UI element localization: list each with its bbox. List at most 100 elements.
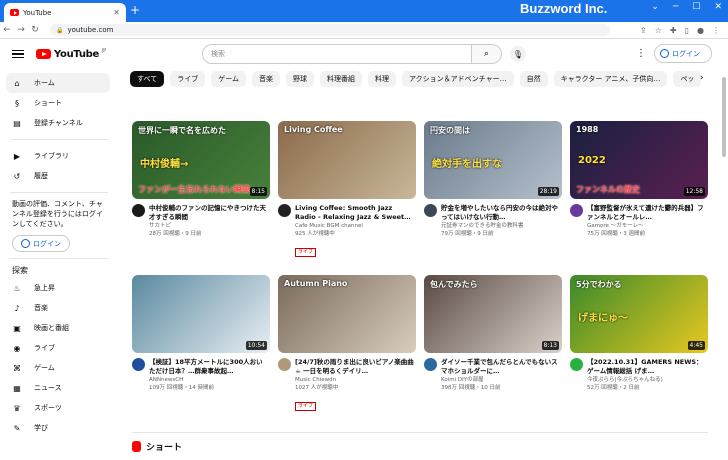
video-card[interactable]: 円安の間は 絶対手を出すな 28:19 貯金を増やしたいなら円安の今は絶対やってはいけ… (424, 121, 562, 238)
channel-avatar[interactable] (132, 204, 145, 217)
channel-name[interactable]: Koimi DIYの部屋 (441, 376, 561, 384)
channel-avatar[interactable] (424, 204, 437, 217)
divider (132, 432, 708, 433)
video-thumbnail[interactable]: 世界に一瞬で名を広めた 中村俊輔→ ファンが一生忘れられない瞬間 8:15 (132, 121, 270, 199)
video-title[interactable]: 【検証】18平方メートルに300人おいただけ日本？…群衆事故起… (149, 358, 269, 376)
channel-avatar[interactable] (278, 204, 291, 217)
video-stats: 398万 回視聴・10 日前 (441, 385, 501, 391)
filter-chip[interactable]: ペッ (673, 71, 702, 87)
channel-avatar[interactable] (132, 358, 145, 371)
sidebar-item-trending[interactable]: ♨ 急上昇 (6, 278, 110, 298)
sidebar-item-library[interactable]: ▶ ライブラリ (6, 146, 110, 166)
filter-chip[interactable]: 音楽 (252, 71, 281, 87)
video-thumbnail[interactable]: 10:54 (132, 275, 270, 353)
video-title[interactable]: 【富野監督が氷えて遺けた鬱的兵器】ファンネルとオールレ… (587, 204, 707, 222)
thumbnail-caption: 世界に一瞬で名を広めた (138, 126, 226, 135)
share-icon[interactable]: ⇪ (640, 26, 647, 35)
back-icon[interactable]: ← (0, 25, 14, 35)
voice-search-button[interactable]: 🎙 (510, 46, 526, 62)
shorts-section-heading[interactable]: ショート (132, 440, 182, 453)
filter-chip[interactable]: ライブ (170, 71, 206, 87)
sidebar-item-shorts[interactable]: § ショート (6, 93, 110, 113)
thumbnail-caption: 1988 (576, 125, 599, 134)
new-tab-button[interactable]: + (130, 4, 140, 16)
sidebar-item-music[interactable]: ♪ 音楽 (6, 298, 110, 318)
minimize-icon[interactable]: ─ (673, 2, 678, 12)
video-card[interactable]: 包んでみたら 8:13 ダイソー千業で包んだらとんでもないスマホショルダーに… Koi… (424, 275, 562, 392)
youtube-logo[interactable]: YouTube JP (36, 48, 106, 60)
close-icon[interactable]: ✕ (113, 8, 120, 17)
video-thumbnail[interactable]: 包んでみたら 8:13 (424, 275, 562, 353)
sidebar-item-learning[interactable]: ✎ 学び (6, 418, 110, 438)
maximize-icon[interactable]: ☐ (692, 2, 700, 12)
video-title[interactable]: [24/7]秋の雨りま出に良いビアノ楽曲曲☕ 一日を明るくデイリ… (295, 358, 415, 376)
sidebar-item-history[interactable]: ↺ 履歴 (6, 166, 110, 186)
video-card[interactable]: 5分でわかる げまにゅ～ 4:45 【2022.10.31】GAMERS NEWS：ゲ… (570, 275, 708, 392)
video-title[interactable]: 中村俊輔のファンの記憶にやきつけた天才すぎる瞬間 (149, 204, 269, 222)
video-thumbnail[interactable]: Living Coffee (278, 121, 416, 199)
star-icon[interactable]: ☆ (655, 26, 662, 35)
video-thumbnail[interactable]: 1988 2022 ファンネルの歴史 12:58 (570, 121, 708, 199)
video-card[interactable]: 世界に一瞬で名を広めた 中村俊輔→ ファンが一生忘れられない瞬間 8:15 中村俊輔のフ… (132, 121, 270, 238)
close-icon[interactable]: ✕ (714, 2, 722, 12)
sidebar-item-news[interactable]: ▦ ニュース (6, 378, 110, 398)
settings-kebab-icon[interactable]: ⋮ (636, 48, 646, 59)
mic-icon: 🎙 (512, 49, 524, 59)
sidebar-item-live[interactable]: ◉ ライブ (6, 338, 110, 358)
sidebar-item-sports[interactable]: ♛ スポーツ (6, 398, 110, 418)
video-thumbnail[interactable]: Autumn Piano (278, 275, 416, 353)
filter-chip[interactable]: キャラクター アニメ、子供向… (553, 71, 668, 87)
forward-icon[interactable]: → (14, 25, 28, 35)
video-title[interactable]: 貯金を増やしたいなら円安の今は絶対やってはいけない行動… (441, 204, 561, 222)
browser-tab[interactable]: YouTube ✕ (4, 3, 126, 22)
search-input[interactable]: 検索 (202, 44, 472, 64)
channel-name[interactable]: 元証券マンのできる貯金の教科書 (441, 222, 561, 230)
channel-avatar[interactable] (570, 204, 583, 217)
hamburger-menu-icon[interactable] (12, 48, 24, 60)
filter-chip[interactable]: 料理 (368, 71, 397, 87)
profile-icon[interactable]: ● (697, 26, 704, 35)
sidebar-item-movies[interactable]: ▣ 映画と番組 (6, 318, 110, 338)
scrollbar[interactable] (720, 69, 728, 460)
filter-chip[interactable]: すべて (130, 71, 165, 87)
extensions-icon[interactable]: ✚ (670, 26, 677, 35)
filter-chip[interactable]: 自然 (519, 71, 548, 87)
sidebar-item-subscriptions[interactable]: ▤ 登録チャンネル (6, 113, 110, 133)
channel-name[interactable]: ANNnewsCH (149, 376, 269, 384)
chevron-right-icon[interactable]: › (700, 73, 704, 83)
sidebar-item-gaming[interactable]: ⌘ ゲーム (6, 358, 110, 378)
reload-icon[interactable]: ↻ (28, 25, 42, 35)
sidebar-login-button[interactable]: ログイン (12, 235, 70, 252)
channel-name[interactable]: 今夜ぷらら(今ぷらちゃんねる) (587, 376, 707, 384)
video-title[interactable]: 【2022.10.31】GAMERS NEWS：ゲーム情報総括 げま… (587, 358, 707, 376)
channel-name[interactable]: サカトピ (149, 222, 269, 230)
menu-icon[interactable]: ⋮ (712, 26, 720, 35)
channel-name[interactable]: Music Chiewdn (295, 376, 415, 384)
filter-chip[interactable]: ゲーム (211, 71, 247, 87)
channel-avatar[interactable] (570, 358, 583, 371)
filter-chip[interactable]: アクション＆アドベンチャー… (402, 71, 514, 87)
chevron-down-icon[interactable]: ⌄ (651, 2, 659, 12)
channel-name[interactable]: Gamore ～ガモーレ～ (587, 222, 707, 230)
search-button[interactable]: ⌕ (472, 44, 502, 64)
filter-chip[interactable]: 野球 (286, 71, 315, 87)
video-card[interactable]: Living Coffee Living Coffee: Smooth Jazz … (278, 121, 416, 257)
sidebar-item-home[interactable]: ⌂ ホーム (6, 73, 110, 93)
video-thumbnail[interactable]: 円安の間は 絶対手を出すな 28:19 (424, 121, 562, 199)
video-card[interactable]: 10:54 【検証】18平方メートルに300人おいただけ日本？…群衆事故起… ANN… (132, 275, 270, 392)
filter-chip[interactable]: 料理番組 (320, 71, 363, 87)
channel-avatar[interactable] (424, 358, 437, 371)
sidebar-item-label: ゲーム (34, 364, 55, 372)
video-title[interactable]: Living Coffee: Smooth Jazz Radio - Relax… (295, 204, 415, 222)
url-field[interactable]: 🔒 youtube.com (50, 24, 610, 36)
channel-name[interactable]: Cafe Music BGM channel (295, 222, 415, 230)
login-button[interactable]: ログイン (654, 44, 712, 63)
video-title[interactable]: ダイソー千業で包んだらとんでもないスマホショルダーに… (441, 358, 561, 376)
scrollbar-thumb[interactable] (722, 77, 726, 157)
sidepanel-icon[interactable]: ▯ (685, 26, 689, 35)
channel-avatar[interactable] (278, 358, 291, 371)
account-icon (660, 49, 669, 58)
video-card[interactable]: 1988 2022 ファンネルの歴史 12:58 【富野監督が氷えて遺けた鬱的兵器】ファ… (570, 121, 708, 238)
video-card[interactable]: Autumn Piano [24/7]秋の雨りま出に良いビアノ楽曲曲☕ 一日を明る… (278, 275, 416, 411)
video-thumbnail[interactable]: 5分でわかる げまにゅ～ 4:45 (570, 275, 708, 353)
